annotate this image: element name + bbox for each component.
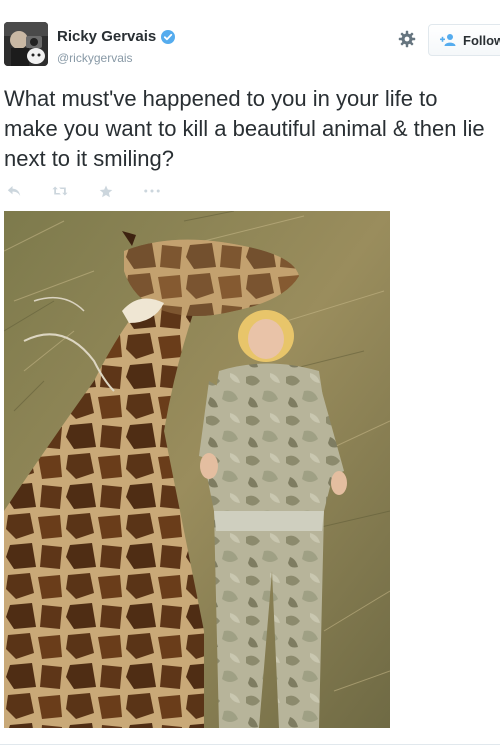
more-icon <box>144 189 160 193</box>
divider <box>0 744 500 745</box>
tweet-photo[interactable] <box>4 211 390 728</box>
retweet-icon <box>52 186 68 196</box>
verified-icon <box>161 29 176 44</box>
avatar[interactable] <box>4 22 48 66</box>
photo-image <box>4 211 390 728</box>
tweet-text: What must've happened to you in your lif… <box>4 86 485 171</box>
star-icon <box>99 185 113 197</box>
reply-button[interactable] <box>6 184 22 198</box>
favorite-button[interactable] <box>98 184 114 198</box>
author-display-name[interactable]: Ricky Gervais <box>57 28 156 45</box>
tweet: Ricky Gervais @rickygervais Follow What … <box>0 0 500 750</box>
author-screen-name[interactable]: @rickygervais <box>57 51 133 65</box>
avatar-image <box>4 22 48 66</box>
gear-icon[interactable] <box>398 30 416 48</box>
more-button[interactable] <box>144 184 160 198</box>
follow-icon <box>440 34 456 46</box>
retweet-button[interactable] <box>52 184 68 198</box>
follow-button-label: Follow <box>463 32 500 48</box>
follow-button[interactable]: Follow <box>428 24 500 56</box>
author-name-row[interactable]: Ricky Gervais <box>57 28 176 45</box>
tweet-actions <box>6 184 190 198</box>
reply-icon <box>7 186 21 196</box>
